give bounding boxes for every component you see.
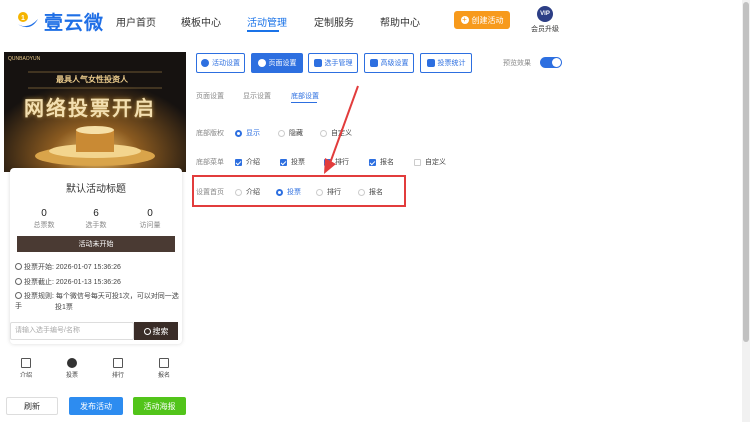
subtab-active-indicator [291,102,317,103]
annotation-highlight-box [192,175,406,207]
mobile-preview: QUNBAOYUN 最具人气女性投资人 网络投票开启 默认活动标题 0 总票数 … [4,52,186,384]
tool-activity-settings[interactable]: 活动设置 [196,53,245,73]
tab-intro[interactable]: 介绍 [6,358,46,379]
document-icon [21,358,31,368]
footer-menu-label: 底部菜单 [196,159,224,166]
preview-effect-label: 预览效果 [503,60,531,67]
vote-start-info: 投票开始: 2026-01-07 15:36:26 [15,263,121,273]
logo-icon: 1 [14,9,40,33]
nav-activity-management[interactable]: 活动管理 [247,14,287,29]
nav-active-indicator [247,30,279,32]
gear-icon [257,59,266,67]
checkbox-icon [414,158,421,166]
page: 1 壹云微 用户首页 模板中心 活动管理 定制服务 帮助中心 + 创建活动 VI… [0,0,750,422]
menu-signup-checkbox[interactable]: 报名 [369,157,394,167]
top-header: 1 壹云微 用户首页 模板中心 活动管理 定制服务 帮助中心 + 创建活动 VI… [0,0,742,42]
info-icon [15,292,22,299]
stat-visits: 0 访问量 [139,208,161,229]
users-icon [313,59,322,67]
banner-subtitle: 最具人气女性投资人 [56,75,128,84]
nav-custom-service[interactable]: 定制服务 [314,14,354,29]
activity-card: 默认活动标题 0 总票数 6 选手数 0 访问量 活动未开始 投票开始: 202… [10,168,182,344]
tool-vote-stats[interactable]: 投票统计 [420,53,472,73]
activity-title: 默认活动标题 [66,184,126,195]
search-icon [143,327,151,335]
subtab-page-settings[interactable]: 页面设置 [196,91,224,101]
nav-home[interactable]: 用户首页 [116,14,156,29]
copyright-hide-option[interactable]: 隐藏 [278,128,303,138]
banner-image: QUNBAOYUN 最具人气女性投资人 网络投票开启 [4,52,186,172]
radio-icon [278,129,285,137]
radio-icon [235,129,242,137]
logo[interactable]: 1 壹云微 [14,8,104,34]
contestant-search-input[interactable]: 请输入选手编号/名称 [10,322,134,340]
menu-intro-checkbox[interactable]: 介绍 [235,157,260,167]
nav-help[interactable]: 帮助中心 [380,14,420,29]
logo-text: 壹云微 [44,12,105,34]
tool-contestant-management[interactable]: 选手管理 [308,53,358,73]
vip-upgrade[interactable]: VIP 会员升级 [530,6,560,36]
activity-poster-button[interactable]: 活动海报 [133,397,186,415]
tool-advanced-settings[interactable]: 高级设置 [364,53,414,73]
create-activity-button[interactable]: + 创建活动 [454,11,510,29]
tab-vote[interactable]: 投票 [52,358,92,379]
clock-icon [15,278,22,285]
signup-icon [159,358,169,368]
plus-icon: + [460,15,469,24]
nav-templates[interactable]: 模板中心 [181,14,221,29]
checkbox-icon [235,158,242,166]
copyright-show-option[interactable]: 显示 [235,128,260,138]
clock-icon [15,263,22,270]
stat-total-votes: 0 总票数 [33,208,55,229]
scrollbar-thumb[interactable] [743,2,749,342]
menu-custom-checkbox[interactable]: 自定义 [414,157,446,167]
bar-chart-icon [426,59,435,67]
checkbox-icon [369,158,376,166]
menu-vote-checkbox[interactable]: 投票 [280,157,305,167]
tab-ranking[interactable]: 排行 [98,358,138,379]
annotation-arrow-icon [324,85,359,174]
toggle-knob [552,58,561,67]
svg-text:1: 1 [21,15,25,22]
subtab-display-settings[interactable]: 显示设置 [243,91,271,101]
banner-brand: QUNBAOYUN [8,56,41,62]
search-button[interactable]: 搜索 [134,322,178,340]
vote-rule-info-cont: 投1票 [55,304,73,311]
vote-rule-info: 投票规则: 每个微信号每天可投1次，可以对同一选手 [15,292,179,310]
user-icon [67,358,77,368]
activity-status-bar: 活动未开始 [17,236,175,252]
refresh-button[interactable]: 刷新 [6,397,58,415]
stat-contestants: 6 选手数 [85,208,107,229]
checkbox-icon [280,158,287,166]
settings-icon [369,59,378,67]
mobile-tabbar: 介绍 投票 排行 报名 [4,356,186,384]
tab-signup[interactable]: 报名 [144,358,184,379]
footer-copyright-label: 底部版权 [196,130,224,137]
publish-activity-button[interactable]: 发布活动 [69,397,123,415]
vote-end-info: 投票截止: 2026-01-13 15:36:26 [15,278,121,288]
ranking-icon [113,358,123,368]
tool-page-settings[interactable]: 页面设置 [251,53,303,73]
subtab-footer-settings[interactable]: 底部设置 [291,91,319,101]
vip-icon: VIP [537,6,553,22]
gear-icon [201,59,209,67]
banner-title: 网络投票开启 [24,98,156,120]
